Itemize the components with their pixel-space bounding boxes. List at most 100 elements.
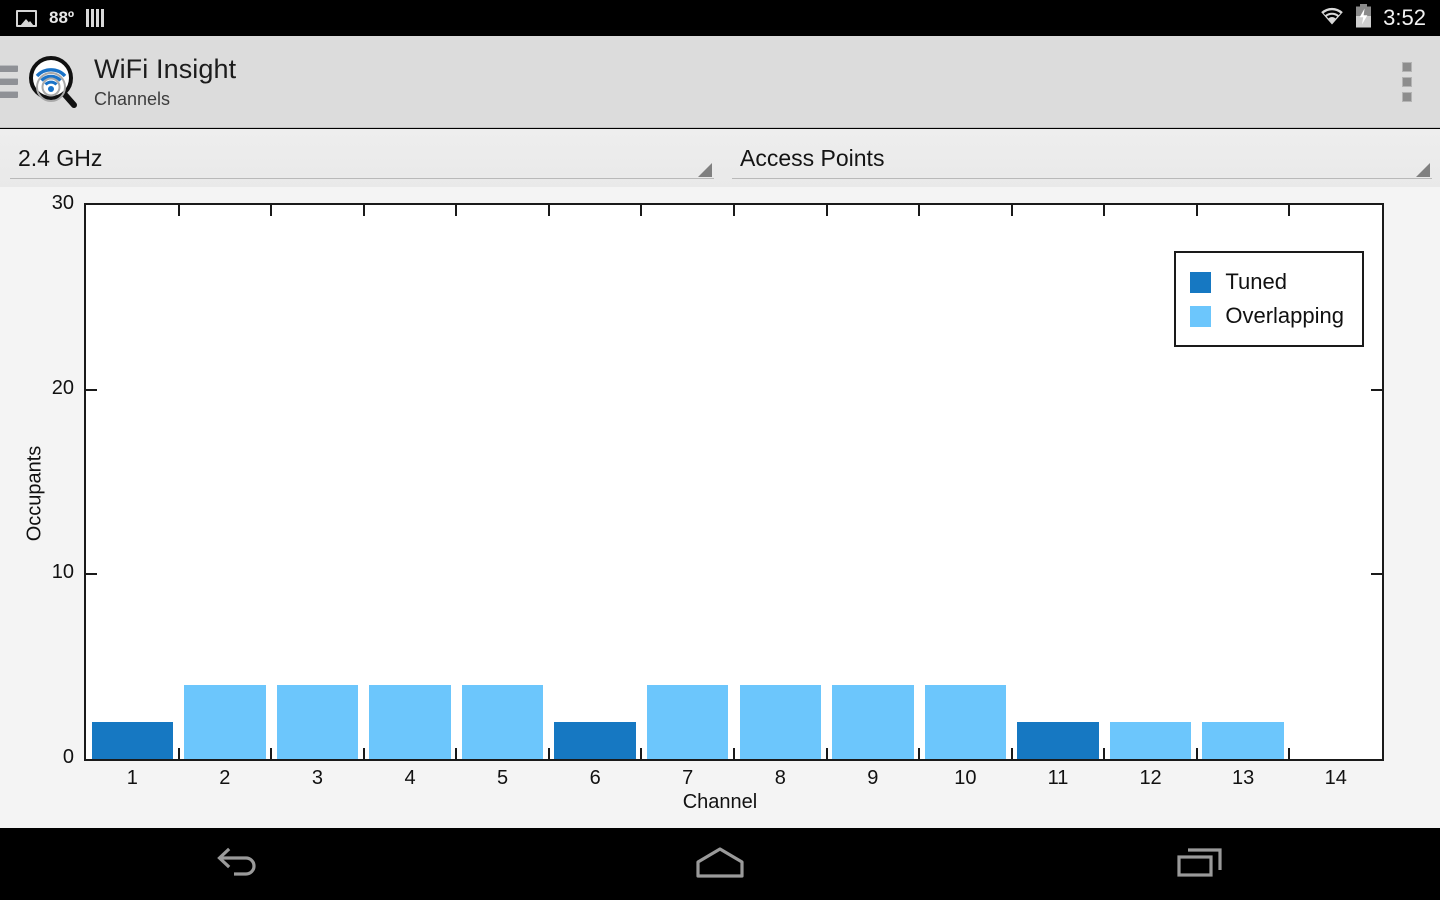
x-tick-label: 2 <box>219 767 231 789</box>
band-spinner-underline <box>10 178 714 179</box>
overflow-menu-icon[interactable] <box>1392 56 1422 108</box>
axis-tick <box>270 205 273 216</box>
axis-tick <box>455 748 458 759</box>
x-tick-label: 7 <box>682 767 694 789</box>
axis-tick <box>1010 748 1013 759</box>
axis-tick <box>640 205 643 216</box>
y-axis-title: Occupants <box>23 445 46 542</box>
photo-icon <box>16 9 37 27</box>
y-tick-label: 20 <box>51 376 74 399</box>
view-spinner-value: Access Points <box>740 144 885 171</box>
band-spinner[interactable]: 2.4 GHz <box>0 129 722 187</box>
axis-tick <box>177 205 180 216</box>
axis-tick <box>1371 573 1382 576</box>
bar-channel-4 <box>369 685 451 759</box>
plot-area: Tuned Overlapping <box>84 203 1384 761</box>
axis-tick <box>362 205 365 216</box>
page-subtitle: Channels <box>94 88 171 109</box>
back-button[interactable] <box>0 828 480 900</box>
status-bar-right: 3:52 <box>1318 3 1426 33</box>
status-bar: 88º 3:52 <box>0 0 1440 36</box>
axis-tick <box>86 388 97 391</box>
x-tick-label: 8 <box>774 767 786 789</box>
y-tick-label: 0 <box>62 746 74 768</box>
axis-tick <box>362 748 365 759</box>
x-tick-label: 6 <box>589 767 601 789</box>
axis-tick <box>825 205 828 216</box>
axis-tick <box>1103 205 1106 216</box>
legend-item-tuned: Tuned <box>1190 265 1344 299</box>
bar-channel-7 <box>646 685 729 759</box>
x-tick-label: 3 <box>311 767 323 789</box>
x-tick-label: 13 <box>1232 767 1255 789</box>
battery-charging-icon <box>1355 3 1372 33</box>
wifi-icon <box>1318 6 1346 31</box>
title-block: WiFi Insight Channels <box>94 53 237 109</box>
bar-channel-3 <box>276 685 359 759</box>
y-tick-label: 30 <box>51 192 74 214</box>
view-spinner[interactable]: Access Points <box>722 129 1440 187</box>
axis-tick <box>640 748 643 759</box>
x-tick-label: 5 <box>497 767 509 789</box>
temperature-label: 88º <box>49 8 75 27</box>
axis-tick <box>1195 748 1198 759</box>
recents-button[interactable] <box>960 828 1440 900</box>
chart-legend: Tuned Overlapping <box>1174 251 1364 347</box>
dropdown-caret-icon[interactable] <box>1416 163 1430 177</box>
x-tick-label: 10 <box>954 767 977 789</box>
x-axis-title: Channel <box>682 791 758 813</box>
signal-bars-icon <box>86 9 105 27</box>
recents-icon <box>1174 844 1226 885</box>
back-icon <box>214 845 266 884</box>
band-spinner-value: 2.4 GHz <box>18 144 103 171</box>
axis-tick <box>733 748 735 759</box>
bar-channel-9 <box>832 685 914 759</box>
y-tick-label: 10 <box>51 561 74 584</box>
axis-tick <box>1103 748 1106 759</box>
axis-tick <box>86 573 97 576</box>
bar-channel-2 <box>184 685 266 759</box>
bar-channel-11 <box>1017 722 1099 759</box>
x-tick-label: 11 <box>1047 767 1069 789</box>
legend-item-overlapping: Overlapping <box>1190 299 1344 333</box>
bar-channel-6 <box>554 722 636 759</box>
axis-tick <box>1195 205 1198 216</box>
wifi-magnifier-logo-icon <box>26 54 82 110</box>
dropdown-caret-icon[interactable] <box>698 163 712 177</box>
axis-tick <box>1010 205 1013 216</box>
axis-tick <box>1371 388 1382 391</box>
axis-tick <box>918 748 921 759</box>
bar-channel-8 <box>739 685 821 759</box>
action-bar: WiFi Insight Channels <box>0 36 1440 128</box>
bar-channel-5 <box>461 685 544 759</box>
legend-swatch-overlapping <box>1190 305 1212 327</box>
view-spinner-underline <box>732 178 1432 179</box>
axis-tick <box>1288 748 1291 759</box>
hamburger-menu-icon[interactable] <box>0 65 18 98</box>
axis-tick <box>547 748 550 759</box>
x-tick-label: 14 <box>1324 767 1347 789</box>
status-bar-left: 88º <box>16 8 105 28</box>
axis-tick <box>733 205 735 216</box>
bar-channel-1 <box>91 722 173 759</box>
home-icon <box>692 844 748 885</box>
x-tick-label: 12 <box>1139 767 1162 789</box>
android-navigation-bar <box>0 828 1440 900</box>
home-button[interactable] <box>480 828 960 900</box>
legend-swatch-tuned <box>1190 271 1212 293</box>
axis-tick <box>177 748 180 759</box>
axis-tick <box>270 748 273 759</box>
axis-tick <box>825 748 828 759</box>
axis-tick <box>1288 205 1291 216</box>
axis-tick <box>918 205 921 216</box>
legend-label-tuned: Tuned <box>1225 269 1287 294</box>
page-title: WiFi Insight <box>94 53 237 84</box>
filter-bar: 2.4 GHz Access Points <box>0 129 1440 187</box>
clock-label: 3:52 <box>1383 5 1426 30</box>
bar-channel-10 <box>924 685 1007 759</box>
legend-label-overlapping: Overlapping <box>1225 303 1344 328</box>
x-tick-label: 4 <box>404 767 416 789</box>
bar-channel-12 <box>1109 722 1192 759</box>
channels-chart: Occupants Channel 0 10 20 30 1 2 3 4 5 6 7 8 9 10 11 1… <box>0 187 1440 828</box>
x-tick-label: 1 <box>126 767 138 789</box>
